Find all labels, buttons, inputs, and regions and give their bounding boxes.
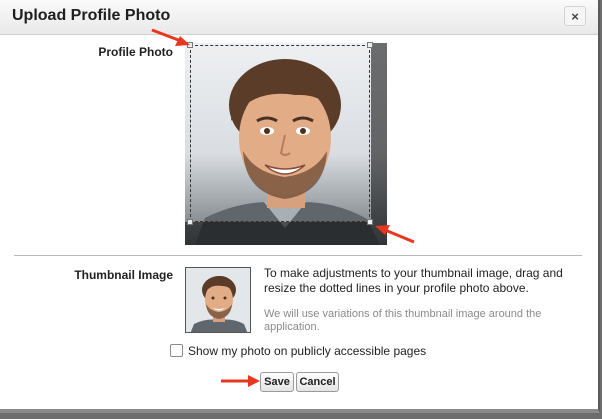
crop-handle-top-left[interactable] bbox=[187, 42, 193, 48]
thumbnail-image bbox=[185, 267, 251, 333]
cancel-button[interactable]: Cancel bbox=[296, 372, 339, 392]
profile-photo-label: Profile Photo bbox=[98, 45, 173, 59]
close-icon: × bbox=[571, 9, 579, 24]
save-button[interactable]: Save bbox=[260, 372, 294, 392]
upload-profile-photo-dialog: Upload Profile Photo × Profile Photo Thu… bbox=[0, 0, 600, 413]
section-divider bbox=[14, 255, 582, 256]
crop-handle-bottom-right[interactable] bbox=[367, 219, 373, 225]
thumbnail-note: We will use variations of this thumbnail… bbox=[264, 308, 542, 333]
dialog-title: Upload Profile Photo bbox=[12, 7, 171, 24]
crop-handle-top-right[interactable] bbox=[367, 42, 373, 48]
show-public-photo-checkbox[interactable] bbox=[170, 344, 183, 357]
crop-handle-bottom-left[interactable] bbox=[187, 219, 193, 225]
close-button[interactable]: × bbox=[564, 6, 586, 26]
thumbnail-instructions: To make adjustments to your thumbnail im… bbox=[264, 266, 563, 295]
show-public-photo-label[interactable]: Show my photo on publicly accessible pag… bbox=[188, 344, 426, 358]
thumbnail-image-label: Thumbnail Image bbox=[74, 268, 173, 282]
dialog-titlebar: Upload Profile Photo × bbox=[0, 0, 598, 35]
crop-selection-box[interactable] bbox=[187, 42, 373, 225]
